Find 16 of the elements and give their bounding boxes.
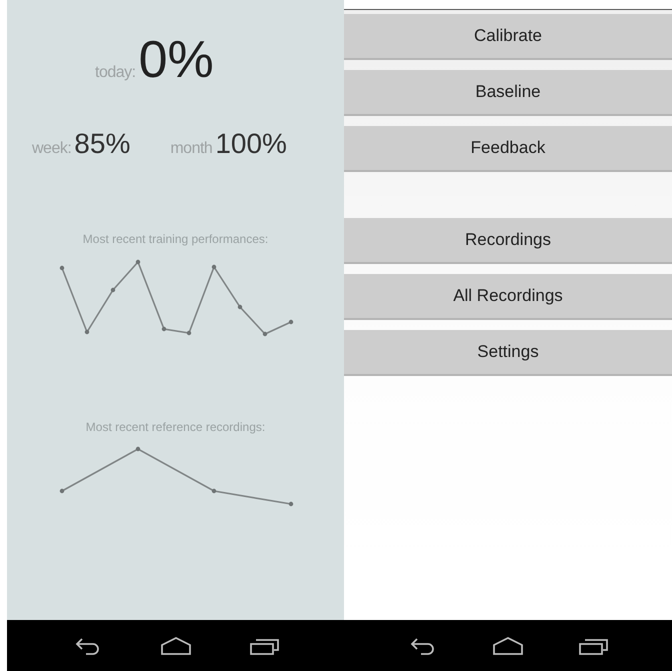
- menu-button[interactable]: Recordings: [344, 218, 672, 264]
- menu-button[interactable]: Baseline: [344, 70, 672, 116]
- chart-title: Most recent reference recordings:: [86, 420, 266, 436]
- stat-label: week:: [32, 140, 72, 158]
- home-icon[interactable]: [492, 634, 524, 656]
- menu-button[interactable]: All Recordings: [344, 274, 672, 320]
- stat-value: 100%: [215, 128, 287, 160]
- stat-label: month: [170, 140, 212, 158]
- menu-button[interactable]: Feedback: [344, 126, 672, 172]
- menu-button[interactable]: Settings: [344, 330, 672, 376]
- chart-title: Most recent training performances:: [82, 232, 268, 248]
- home-icon[interactable]: [160, 634, 192, 656]
- stat-value: 0%: [138, 30, 214, 90]
- stat-label: today:: [95, 64, 136, 82]
- stat-value: 85%: [74, 128, 130, 160]
- menu-button[interactable]: Calibrate: [344, 14, 672, 60]
